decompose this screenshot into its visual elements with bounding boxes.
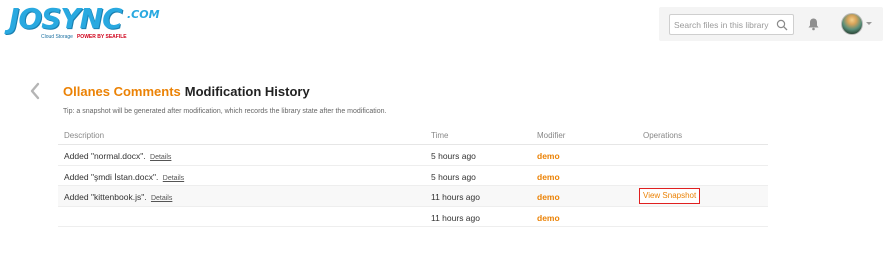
row-time: 11 hours ago (431, 212, 480, 223)
table-row: Added "kittenbook.js". Details 11 hours … (58, 186, 768, 207)
snapshot-tip: Tip: a snapshot will be generated after … (63, 108, 387, 115)
search-box[interactable] (669, 14, 794, 35)
back-arrow-icon[interactable] (29, 82, 41, 100)
table-header: Description Time Modifier Operations (58, 127, 768, 145)
search-icon[interactable] (776, 19, 788, 31)
row-description: Added "şmdi İstan.docx". Details (64, 172, 184, 184)
row-modifier[interactable]: demo (537, 213, 560, 223)
description-text: Added "kittenbook.js". (64, 192, 147, 202)
table-row: 11 hours ago demo (58, 207, 768, 227)
logo-domain-suffix: .COM (127, 8, 160, 21)
details-link[interactable]: Details (163, 175, 184, 182)
user-avatar[interactable] (841, 13, 863, 35)
header-toolbar (659, 7, 883, 41)
table-row: Added "normal.docx". Details 5 hours ago… (58, 145, 768, 166)
row-time: 5 hours ago (431, 151, 476, 161)
history-table: Description Time Modifier Operations Add… (58, 127, 768, 227)
row-description: Added "kittenbook.js". Details (64, 192, 172, 204)
row-modifier[interactable]: demo (537, 192, 560, 202)
logo-powered-by: POWER BY SEAFILE (76, 34, 127, 40)
chevron-down-icon[interactable] (866, 22, 872, 25)
notification-bell-icon[interactable] (807, 17, 820, 31)
logo-tagline-text: Cloud Storage (41, 34, 73, 40)
table-row: Added "şmdi İstan.docx". Details 5 hours… (58, 166, 768, 186)
column-header-time: Time (431, 131, 449, 140)
view-snapshot-button[interactable]: View Snapshot (639, 188, 701, 204)
search-input[interactable] (674, 18, 774, 32)
logo-tagline: Cloud Storage POWER BY SEAFILE (41, 34, 127, 40)
description-text: Added "normal.docx". (64, 151, 146, 161)
column-header-description: Description (64, 131, 105, 140)
row-modifier[interactable]: demo (537, 151, 560, 161)
row-description: Added "normal.docx". Details (64, 151, 171, 163)
library-name[interactable]: Ollanes Comments (63, 84, 181, 99)
description-text: Added "şmdi İstan.docx". (64, 171, 159, 182)
details-link[interactable]: Details (151, 195, 172, 202)
column-header-operations: Operations (643, 131, 683, 140)
column-header-modifier: Modifier (537, 131, 566, 140)
details-link[interactable]: Details (150, 154, 171, 161)
page-title: Ollanes Comments Modification History (63, 84, 310, 100)
row-time: 11 hours ago (431, 192, 480, 202)
row-modifier[interactable]: demo (537, 172, 560, 182)
row-time: 5 hours ago (431, 171, 476, 182)
josync-logo[interactable]: JOSYNC .COM Cloud Storage POWER BY SEAFIL… (9, 2, 160, 44)
page-title-text: Modification History (184, 84, 310, 99)
logo-wordmark: JOSYNC (9, 2, 123, 35)
